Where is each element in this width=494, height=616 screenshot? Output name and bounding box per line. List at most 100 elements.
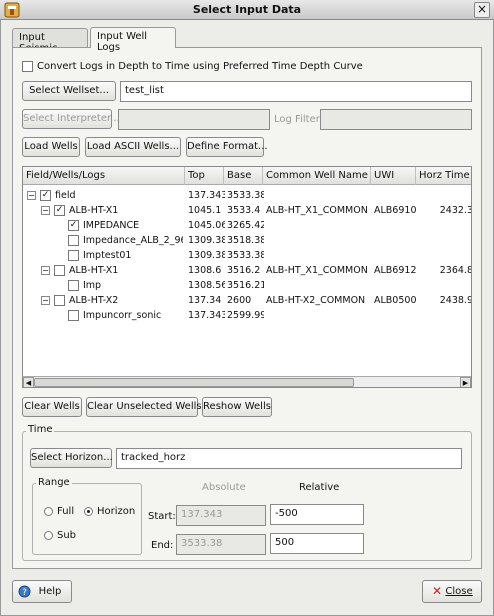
scroll-right-icon[interactable]: ▶ xyxy=(460,377,471,387)
well-tree[interactable]: Field/Wells/Logs Top Base Common Well Na… xyxy=(22,166,472,388)
tree-cell-common: ALB-HT_X1_COMMON xyxy=(266,265,368,276)
horizontal-scrollbar[interactable]: ◀ ▶ xyxy=(23,376,471,387)
convert-checkbox[interactable] xyxy=(22,61,33,72)
tree-row-name: field xyxy=(55,190,76,201)
tree-cell-uwi xyxy=(374,278,417,293)
tree-cell-top: 1309.38 xyxy=(188,235,225,246)
tree-cell-horz xyxy=(419,248,471,263)
convert-label: Convert Logs in Depth to Time using Pref… xyxy=(37,61,363,72)
column-header-top[interactable]: Top xyxy=(185,167,224,185)
radio-full-label: Full xyxy=(57,506,75,517)
column-header-uwi[interactable]: UWI xyxy=(371,167,416,185)
tree-cell-top: 1045.1 xyxy=(188,205,222,216)
tree-cell-horz xyxy=(419,233,471,248)
tree-row[interactable]: ✓ IMPEDANCE 1045.06 3265.42 xyxy=(23,218,471,233)
tree-row-name: ALB-HT-X2 xyxy=(69,295,119,306)
tree-row-checkbox[interactable] xyxy=(68,235,79,246)
tree-cell-common xyxy=(266,308,372,323)
define-format-button[interactable]: Define Format... xyxy=(186,137,268,157)
tree-row[interactable]: − ✓ field 137.343 3533.38 xyxy=(23,188,471,203)
tree-row[interactable]: − ALB-HT-X2 137.34 2600 ALB-HT-X2_COMMON ALB0… xyxy=(23,293,471,308)
tree-row-checkbox[interactable]: ✓ xyxy=(40,190,51,201)
tree-row[interactable]: Imp 1308.56 3516.21 xyxy=(23,278,471,293)
tree-cell-uwi xyxy=(374,248,417,263)
clear-unselected-wells-button[interactable]: Clear Unselected Wells xyxy=(86,397,202,417)
window-close-icon[interactable]: × xyxy=(474,2,490,18)
interpreter-field[interactable] xyxy=(118,109,270,130)
tree-row-checkbox[interactable]: ✓ xyxy=(68,220,79,231)
tree-row-checkbox[interactable]: ✓ xyxy=(54,205,65,216)
tree-row-checkbox[interactable] xyxy=(68,310,79,321)
tree-collapse-icon[interactable]: − xyxy=(41,266,50,275)
tree-collapse-icon[interactable]: − xyxy=(41,206,50,215)
scroll-left-icon[interactable]: ◀ xyxy=(23,377,34,387)
close-button-label: Close xyxy=(445,586,473,597)
start-label: Start: xyxy=(148,511,176,522)
tree-row[interactable]: Impedance_ALB_2_96 1309.38 3518.38 xyxy=(23,233,471,248)
tree-row-name: ALB-HT-X1 xyxy=(69,265,119,276)
start-relative-field[interactable]: -500 xyxy=(270,504,364,525)
column-header-horz-time[interactable]: Horz Time xyxy=(416,167,471,185)
tree-collapse-icon[interactable]: − xyxy=(41,296,50,305)
tree-row-name: Impuncorr_sonic xyxy=(83,310,162,321)
scrollbar-thumb[interactable] xyxy=(34,378,354,387)
clear-wells-button[interactable]: Clear Wells xyxy=(22,397,82,417)
tree-cell-uwi: ALB0500 xyxy=(374,295,417,306)
tree-cell-horz xyxy=(419,308,471,323)
tree-cell-uwi xyxy=(374,308,417,323)
end-absolute-field[interactable]: 3533.38 xyxy=(176,534,266,555)
select-horizon-button[interactable]: Select Horizon... xyxy=(30,448,113,468)
close-button[interactable]: ✕ Close xyxy=(422,580,482,603)
tree-cell-base: 3518.38 xyxy=(227,235,264,246)
tree-row[interactable]: Imptest01 1309.38 3533.38 xyxy=(23,248,471,263)
help-button[interactable]: ? Help xyxy=(12,580,72,603)
tree-row-checkbox[interactable] xyxy=(54,265,65,276)
tree-cell-common xyxy=(266,278,372,293)
radio-sub[interactable] xyxy=(44,531,53,540)
tree-cell-horz: 2364.8 xyxy=(439,265,472,276)
tree-row-checkbox[interactable] xyxy=(68,280,79,291)
log-filter-field[interactable] xyxy=(320,109,472,130)
select-wellset-button[interactable]: Select Wellset... xyxy=(22,81,116,101)
tree-cell-common xyxy=(266,188,372,203)
range-label: Range xyxy=(36,477,72,488)
tree-collapse-icon[interactable]: − xyxy=(27,191,36,200)
tree-cell-top: 137.343 xyxy=(188,190,225,201)
tab-input-well-logs[interactable]: Input Well Logs xyxy=(90,27,176,53)
end-relative-field[interactable]: 500 xyxy=(270,533,364,554)
tree-row-checkbox[interactable] xyxy=(68,250,79,261)
absolute-header: Absolute xyxy=(202,482,246,493)
column-header-base[interactable]: Base xyxy=(224,167,263,185)
column-header-name[interactable]: Field/Wells/Logs xyxy=(23,167,185,185)
reshow-wells-button[interactable]: Reshow Wells xyxy=(202,397,272,417)
tree-row-name: Impedance_ALB_2_96 xyxy=(83,235,183,246)
close-icon: ✕ xyxy=(432,584,443,598)
horizon-field[interactable]: tracked_horz xyxy=(116,448,462,469)
tree-row-name: ALB-HT-X1 xyxy=(69,205,119,216)
help-button-label: Help xyxy=(38,586,62,597)
tree-cell-horz xyxy=(419,188,471,203)
tree-row[interactable]: − ✓ ALB-HT-X1 1045.1 3533.4 ALB-HT_X1_COMMON A… xyxy=(23,203,472,218)
wellset-field[interactable]: test_list xyxy=(120,81,472,102)
tab-input-seismic[interactable]: Input Seismic xyxy=(12,28,88,54)
tree-row[interactable]: Impuncorr_sonic 137.343 2599.99 xyxy=(23,308,471,323)
tree-cell-uwi xyxy=(374,233,417,248)
radio-horizon[interactable] xyxy=(84,507,93,516)
tree-cell-uwi xyxy=(374,188,417,203)
load-wells-button[interactable]: Load Wells xyxy=(22,137,80,157)
column-header-common[interactable]: Common Well Name xyxy=(263,167,371,185)
tree-cell-common: ALB-HT-X2_COMMON xyxy=(266,295,366,306)
tree-row-checkbox[interactable] xyxy=(54,295,65,306)
svg-text:?: ? xyxy=(22,588,27,598)
tree-cell-uwi: ALB6912 xyxy=(374,265,417,276)
tree-cell-top: 1308.6 xyxy=(188,265,222,276)
radio-full[interactable] xyxy=(44,507,53,516)
tree-cell-top: 1045.06 xyxy=(188,220,225,231)
tree-row[interactable]: − ALB-HT-X1 1308.6 3516.2 ALB-HT_X1_COMMON AL… xyxy=(23,263,472,278)
radio-horizon-label: Horizon xyxy=(97,506,136,517)
tree-cell-horz: 2432.3 xyxy=(439,205,472,216)
select-interpreter-button[interactable]: Select Interpreter... xyxy=(22,109,120,129)
load-ascii-wells-button[interactable]: Load ASCII Wells... xyxy=(85,137,181,157)
tree-cell-base: 3516.2 xyxy=(227,265,261,276)
start-absolute-field[interactable]: 137.343 xyxy=(176,505,266,526)
